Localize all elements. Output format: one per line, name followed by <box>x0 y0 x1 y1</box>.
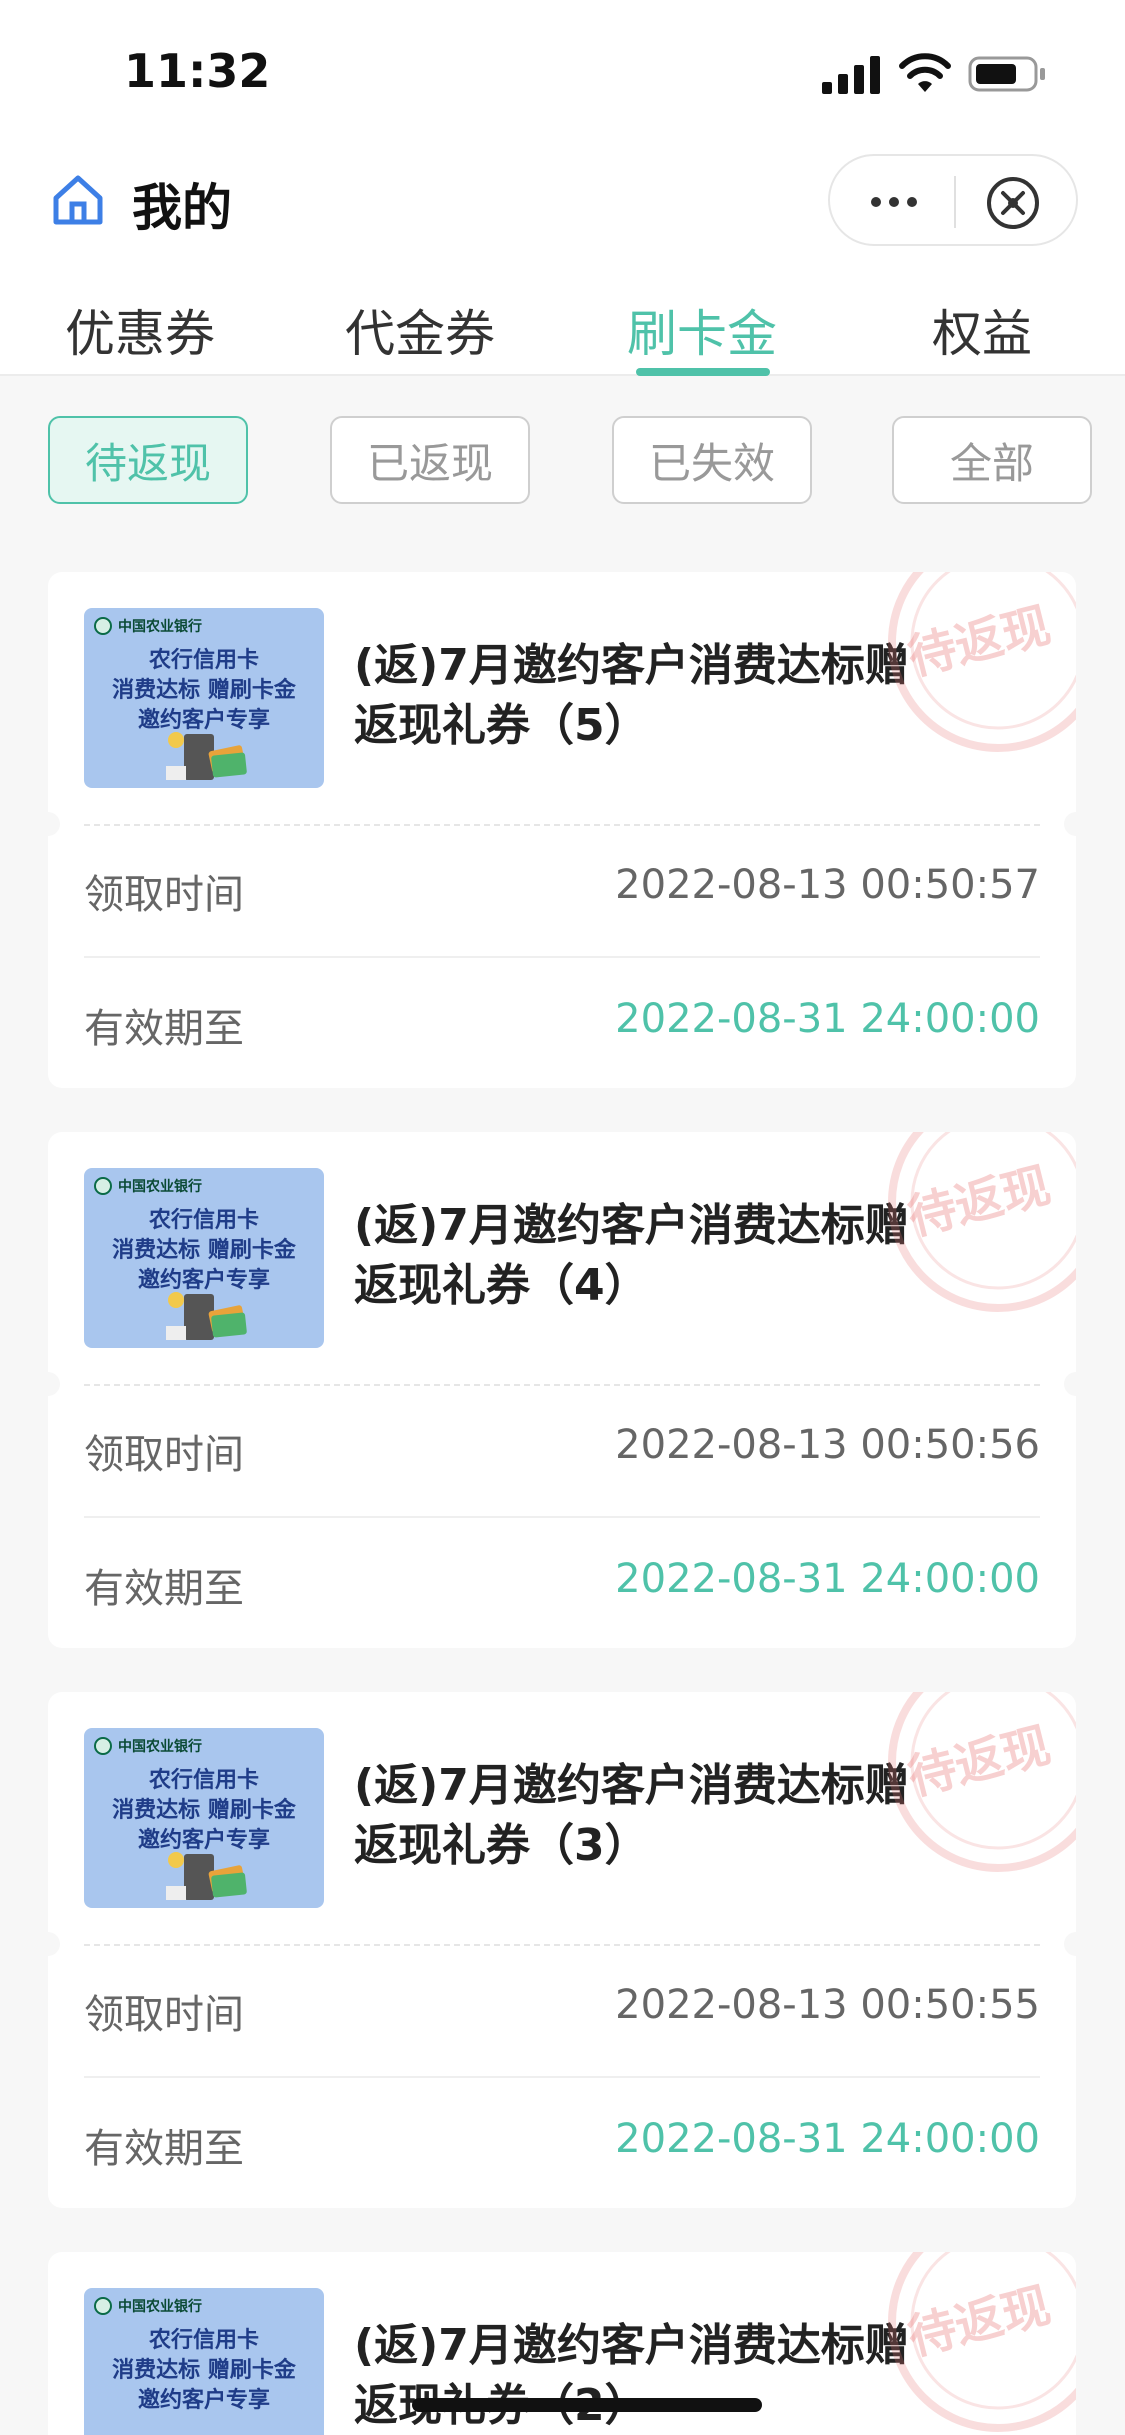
card-notch <box>48 812 60 836</box>
card-notch <box>48 1932 60 1956</box>
capsule-divider <box>954 176 956 228</box>
thumb-bank-name: 中国农业银行 <box>118 1739 202 1755</box>
received-value: 2022-08-13 00:50:55 <box>615 1982 1040 2028</box>
thumb-line: 消费达标 赠刷卡金 <box>112 678 296 703</box>
filter-cashback-done[interactable]: 已返现 <box>330 416 530 504</box>
tab-benefits[interactable]: 权益 <box>882 294 1082 366</box>
thumb-line: 农行信用卡 <box>148 2328 259 2353</box>
card-divider <box>84 1384 1040 1386</box>
coupon-thumbnail: 中国农业银行 农行信用卡 消费达标 赠刷卡金 邀约客户专享 <box>84 1728 324 1908</box>
filter-all[interactable]: 全部 <box>892 416 1092 504</box>
thumb-bank-name: 中国农业银行 <box>118 619 202 635</box>
coupon-thumbnail: 中国农业银行 农行信用卡 消费达标 赠刷卡金 邀约客户专享 <box>84 2288 324 2435</box>
thumb-bank-name: 中国农业银行 <box>118 2299 202 2315</box>
filter-pending-cashback[interactable]: 待返现 <box>48 416 248 504</box>
valid-until-label: 有效期至 <box>84 2126 244 2172</box>
thumb-line: 消费达标 赠刷卡金 <box>112 2358 296 2383</box>
coupon-title: (返)7月邀约客户消费达标赠返现礼券（2） <box>354 2320 909 2431</box>
miniprogram-capsule <box>828 154 1078 246</box>
thumb-bank-name: 中国农业银行 <box>118 1179 202 1195</box>
coupon-title: (返)7月邀约客户消费达标赠返现礼券（3） <box>354 1760 909 1871</box>
received-value: 2022-08-13 00:50:56 <box>615 1422 1040 1468</box>
row-divider <box>84 956 1040 958</box>
bank-logo-icon <box>94 1177 112 1195</box>
cards-illustration-icon <box>166 1292 247 1340</box>
valid-until-value: 2022-08-31 24:00:00 <box>615 2116 1040 2162</box>
battery-icon <box>968 56 1045 92</box>
received-label: 领取时间 <box>84 1432 244 1478</box>
thumb-line: 消费达标 赠刷卡金 <box>112 1238 296 1263</box>
tab-card-cash[interactable]: 刷卡金 <box>602 294 802 366</box>
coupon-card[interactable]: 中国农业银行 农行信用卡 消费达标 赠刷卡金 邀约客户专享 (返)7月邀约客户消… <box>48 572 1076 1088</box>
signal-icon <box>822 56 880 94</box>
nav-bar: 我的 <box>0 140 1125 280</box>
status-time: 11:32 <box>124 44 271 98</box>
thumb-line: 农行信用卡 <box>148 1768 259 1793</box>
tab-vouchers[interactable]: 代金券 <box>320 294 520 366</box>
bank-logo-icon <box>94 2297 112 2315</box>
coupon-thumbnail: 中国农业银行 农行信用卡 消费达标 赠刷卡金 邀约客户专享 <box>84 1168 324 1348</box>
coupon-card[interactable]: 中国农业银行 农行信用卡 消费达标 赠刷卡金 邀约客户专享 (返)7月邀约客户消… <box>48 1132 1076 1648</box>
more-icon[interactable] <box>858 180 930 224</box>
coupon-title: (返)7月邀约客户消费达标赠返现礼券（4） <box>354 1200 909 1311</box>
filter-expired[interactable]: 已失效 <box>612 416 812 504</box>
received-label: 领取时间 <box>84 872 244 918</box>
tab-coupons[interactable]: 优惠券 <box>40 294 240 366</box>
received-label: 领取时间 <box>84 1992 244 2038</box>
cards-illustration-icon <box>166 732 247 780</box>
coupon-card[interactable]: 中国农业银行 农行信用卡 消费达标 赠刷卡金 邀约客户专享 (返)7月邀约客户消… <box>48 1692 1076 2208</box>
thumb-line: 邀约客户专享 <box>137 2388 270 2413</box>
card-notch <box>48 1372 60 1396</box>
valid-until-value: 2022-08-31 24:00:00 <box>615 996 1040 1042</box>
row-divider <box>84 2076 1040 2078</box>
thumb-line: 农行信用卡 <box>148 648 259 673</box>
page-title: 我的 <box>132 179 232 237</box>
coupon-thumbnail: 中国农业银行 农行信用卡 消费达标 赠刷卡金 邀约客户专享 <box>84 608 324 788</box>
row-divider <box>84 1516 1040 1518</box>
status-bar: 11:32 <box>0 0 1125 140</box>
thumb-line: 农行信用卡 <box>148 1208 259 1233</box>
valid-until-label: 有效期至 <box>84 1006 244 1052</box>
wifi-icon <box>899 53 951 92</box>
close-miniprogram-icon[interactable] <box>984 174 1042 232</box>
card-notch <box>1064 812 1076 836</box>
filter-chips: 待返现 已返现 已失效 全部 <box>0 376 1125 536</box>
home-indicator[interactable] <box>412 2398 762 2412</box>
thumb-line: 消费达标 赠刷卡金 <box>112 1798 296 1823</box>
coupon-title: (返)7月邀约客户消费达标赠返现礼券（5） <box>354 640 909 751</box>
home-icon[interactable] <box>50 172 106 228</box>
bank-logo-icon <box>94 1737 112 1755</box>
card-divider <box>84 1944 1040 1946</box>
received-value: 2022-08-13 00:50:57 <box>615 862 1040 908</box>
cards-illustration-icon <box>166 1852 247 1900</box>
card-divider <box>84 824 1040 826</box>
card-notch <box>1064 1932 1076 1956</box>
active-tab-indicator <box>636 368 770 376</box>
valid-until-label: 有效期至 <box>84 1566 244 1612</box>
tab-bar: 优惠券 代金券 刷卡金 权益 <box>0 280 1125 376</box>
card-notch <box>1064 1372 1076 1396</box>
valid-until-value: 2022-08-31 24:00:00 <box>615 1556 1040 1602</box>
bank-logo-icon <box>94 617 112 635</box>
